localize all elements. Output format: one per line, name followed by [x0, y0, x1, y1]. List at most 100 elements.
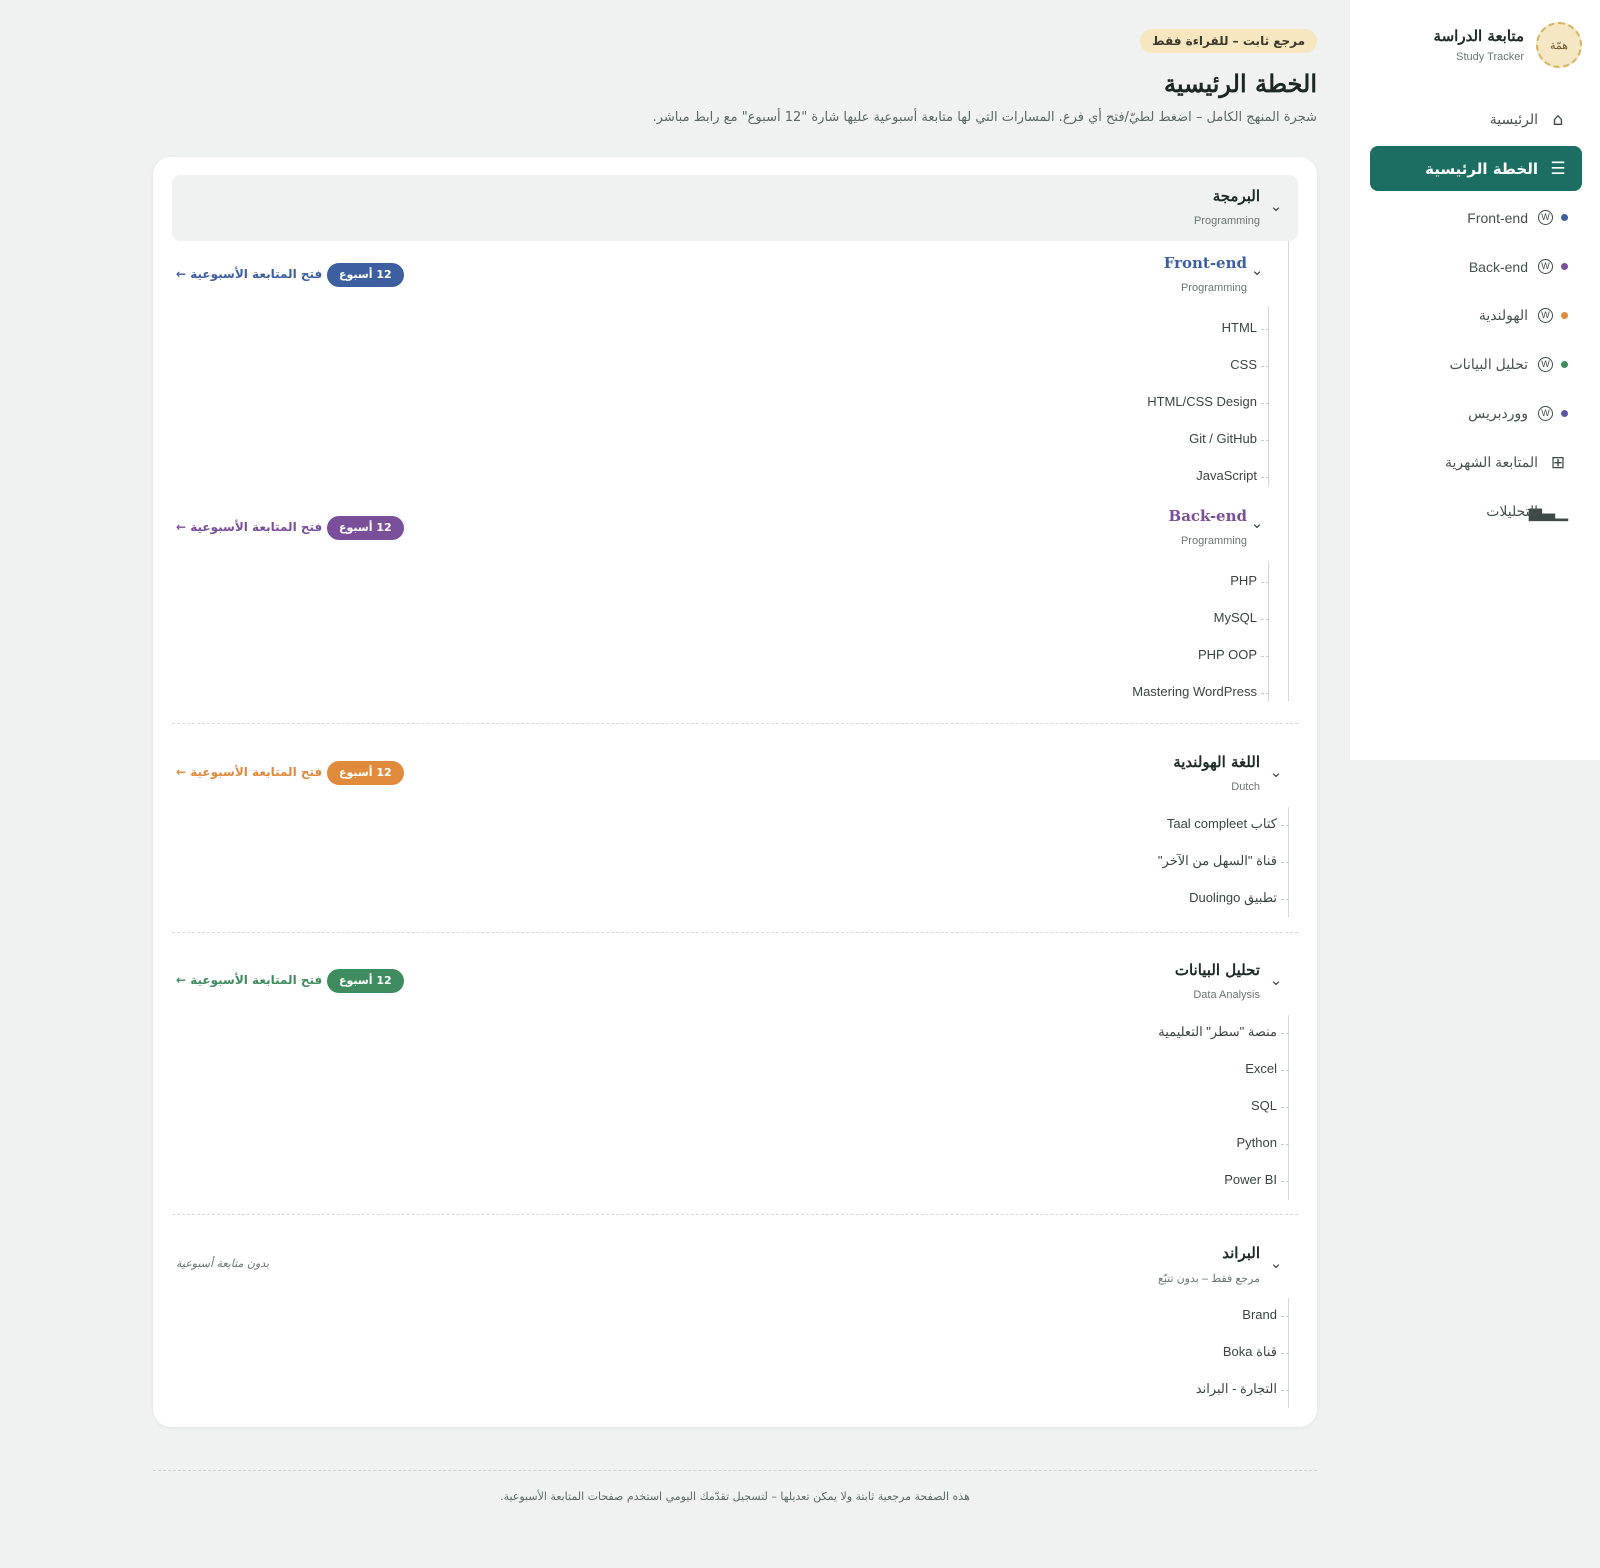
backend-subtitle: Programming — [1180, 535, 1247, 547]
leaf-item: Excel — [1245, 1061, 1277, 1076]
nav-item-home[interactable]: ⌂ الرئيسية — [1370, 97, 1582, 142]
wordpress-icon: W — [1538, 210, 1553, 225]
brand-subtitle: Study Tracker — [1456, 51, 1524, 63]
readonly-badge: مرجع ثابت – للقراءة فقط — [1140, 29, 1317, 53]
color-dot — [1561, 214, 1568, 221]
nav-item-label: Back-end — [1468, 258, 1528, 275]
wordpress-icon: W — [1538, 259, 1553, 274]
leaf-item: كتاب Taal compleet — [1166, 816, 1277, 831]
frontend-subtitle: Programming — [1180, 282, 1247, 294]
leaf-item: Brand — [1242, 1307, 1277, 1322]
nav-item-monthly[interactable]: ⊞ المتابعة الشهرية — [1370, 440, 1582, 485]
leaf-item: Power BI — [1224, 1172, 1277, 1187]
open-weekly-link[interactable]: فتح المتابعة الأسبوعية ← — [176, 973, 322, 987]
nav-item-label: التحليلات — [1486, 503, 1538, 519]
tree-tick — [1261, 693, 1269, 694]
nav-item-label: ووردبريس — [1468, 405, 1528, 421]
leaf-item: PHP OOP — [1197, 647, 1257, 662]
brand-text: متابعة الدراسة Study Tracker — [1434, 27, 1524, 63]
tree-branch-line — [1268, 307, 1269, 487]
nav-item-label: الهولندية — [1478, 307, 1528, 323]
leaf-item: Git / GitHub — [1189, 431, 1257, 446]
chevron-down-icon[interactable]: ⌄ — [1268, 1254, 1284, 1272]
nav-item-master-plan[interactable]: ☰ الخطة الرئيسية — [1370, 146, 1582, 191]
tree-tick — [1261, 440, 1269, 441]
weeks-badge: 12 أسبوع — [327, 761, 404, 785]
leaf-item: قناة "السهل من الآخر" — [1157, 853, 1277, 868]
nav-item-label: الرئيسية — [1489, 111, 1538, 127]
footer-divider — [153, 1470, 1317, 1471]
tree-tick — [1281, 1144, 1289, 1145]
section-title: البراند — [1222, 1244, 1260, 1262]
backend-title[interactable]: Back-end — [1169, 507, 1247, 525]
tree-branch-line — [1288, 241, 1289, 701]
leaf-item: قناة Boka — [1222, 1344, 1277, 1359]
chevron-down-icon[interactable]: ⌄ — [1249, 514, 1265, 532]
nav-item-backend[interactable]: W Back-end — [1370, 244, 1582, 289]
tree-tick — [1261, 582, 1269, 583]
nav-item-analytics[interactable]: ▁▃▅ التحليلات — [1370, 489, 1582, 534]
tree-tick — [1261, 656, 1269, 657]
nav-item-frontend[interactable]: W Front-end — [1370, 195, 1582, 240]
chevron-down-icon[interactable]: ⌄ — [1268, 971, 1284, 989]
section-divider — [172, 932, 1298, 933]
chevron-down-icon[interactable]: ⌄ — [1268, 763, 1284, 781]
sidebar-nav: ⌂ الرئيسية ☰ الخطة الرئيسية W Front-end … — [1370, 97, 1582, 538]
sidebar: همّة متابعة الدراسة Study Tracker ⌂ الرئ… — [1350, 0, 1600, 760]
brand-logo: همّة — [1536, 22, 1582, 68]
color-dot — [1561, 361, 1568, 368]
no-tracking-note: بدون متابعة أسبوعية — [176, 1257, 270, 1270]
tree-tick — [1281, 899, 1289, 900]
leaf-item: HTML — [1221, 320, 1257, 335]
tree-tick — [1281, 1033, 1289, 1034]
nav-item-wordpress[interactable]: W ووردبريس — [1370, 391, 1582, 436]
section-title: تحليل البيانات — [1174, 961, 1260, 979]
leaf-item: HTML/CSS Design — [1147, 394, 1257, 409]
nav-item-data-analysis[interactable]: W تحليل البيانات — [1370, 342, 1582, 387]
color-dot — [1561, 263, 1568, 270]
home-icon: ⌂ — [1552, 109, 1564, 130]
footer-note: هذه الصفحة مرجعية ثابتة ولا يمكن تعديلها… — [500, 1490, 970, 1503]
open-weekly-link[interactable]: فتح المتابعة الأسبوعية ← — [176, 765, 322, 779]
weeks-badge: 12 أسبوع — [327, 263, 404, 287]
open-weekly-link[interactable]: فتح المتابعة الأسبوعية ← — [176, 267, 322, 281]
chevron-down-icon[interactable]: ⌄ — [1268, 197, 1284, 215]
tree-tick — [1281, 825, 1289, 826]
wordpress-icon: W — [1538, 308, 1553, 323]
leaf-item: CSS — [1230, 357, 1257, 372]
tree-tick — [1281, 1107, 1289, 1108]
nav-item-label: تحليل البيانات — [1449, 356, 1529, 372]
tree-tick — [1281, 862, 1289, 863]
section-subtitle: Dutch — [1231, 781, 1260, 793]
nav-item-dutch[interactable]: W الهولندية — [1370, 293, 1582, 338]
tree-tick — [1261, 619, 1269, 620]
section-brand-header[interactable]: ⌄ البراند مرجع فقط – بدون تتبّع — [172, 1232, 1298, 1298]
curriculum-tree-card: ⌄ البرمجة Programming ⌄ Front-end Progra… — [153, 157, 1317, 1427]
section-programming-header[interactable]: ⌄ البرمجة Programming — [172, 175, 1298, 241]
bar-chart-icon: ▁▃▅ — [1528, 501, 1568, 522]
tree-tick — [1281, 1353, 1289, 1354]
leaf-item: JavaScript — [1196, 468, 1257, 483]
leaf-item: SQL — [1250, 1098, 1277, 1113]
section-divider — [172, 1214, 1298, 1215]
tree-tick — [1281, 1181, 1289, 1182]
wordpress-icon: W — [1538, 406, 1553, 421]
leaf-item: Python — [1236, 1135, 1277, 1150]
list-icon: ☰ — [1550, 158, 1566, 179]
weeks-badge: 12 أسبوع — [327, 516, 404, 540]
nav-item-label: المتابعة الشهرية — [1444, 454, 1538, 470]
tree-tick — [1281, 1070, 1289, 1071]
leaf-item: MySQL — [1213, 610, 1257, 625]
brand: همّة متابعة الدراسة Study Tracker — [1434, 22, 1582, 68]
color-dot — [1561, 410, 1568, 417]
leaf-item: تطبيق Duolingo — [1189, 890, 1277, 905]
grid-icon: ⊞ — [1550, 452, 1566, 473]
tree-tick — [1281, 1316, 1289, 1317]
tree-tick — [1261, 477, 1269, 478]
section-subtitle: مرجع فقط – بدون تتبّع — [1157, 1273, 1260, 1285]
tree-tick — [1261, 403, 1269, 404]
frontend-title[interactable]: Front-end — [1164, 254, 1247, 272]
chevron-down-icon[interactable]: ⌄ — [1249, 261, 1265, 279]
tree-tick — [1261, 366, 1269, 367]
open-weekly-link[interactable]: فتح المتابعة الأسبوعية ← — [176, 520, 322, 534]
